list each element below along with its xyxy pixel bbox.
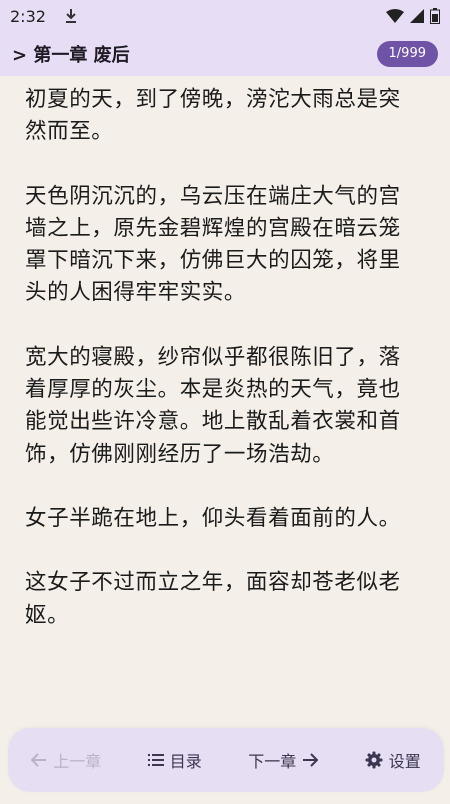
bottom-navigation-bar: 上一章 目录 下一章 设置: [8, 728, 444, 792]
download-icon: [64, 8, 78, 24]
paragraph: 天色阴沉沉的，乌云压在端庄大气的宫墙之上，原先金碧辉煌的宫殿在暗云笼罩下暗沉下来…: [25, 183, 401, 306]
next-chapter-label: 下一章: [248, 752, 297, 771]
settings-label: 设置: [388, 752, 421, 771]
paragraph: 女子半跪在地上，仰头看着面前的人。: [25, 505, 401, 531]
next-chapter-button[interactable]: 下一章: [248, 748, 319, 772]
wifi-icon: [386, 9, 404, 23]
battery-icon: [430, 8, 440, 24]
settings-button[interactable]: 设置: [365, 748, 421, 772]
paragraph: 初夏的天，到了傍晚，滂沱大雨总是突然而至。: [25, 87, 401, 145]
page-indicator-badge: 1/999: [376, 41, 438, 67]
status-time: 2:32: [10, 6, 46, 26]
gear-icon: [365, 751, 383, 769]
paragraph: 宽大的寝殿，纱帘似乎都很陈旧了，落着厚厚的灰尘。本是炎热的天气，竟也能觉出些许冷…: [25, 344, 401, 467]
arrow-left-icon: [31, 753, 47, 767]
table-of-contents-button[interactable]: 目录: [147, 748, 202, 772]
chapter-title[interactable]: > 第一章 废后: [12, 41, 130, 67]
paragraph: 这女子不过而立之年，面容却苍老似老妪。: [25, 570, 401, 628]
app-bar: > 第一章 废后 1/999: [0, 32, 450, 76]
arrow-right-icon: [302, 753, 319, 767]
status-bar: 2:32: [0, 0, 450, 32]
previous-chapter-label: 上一章: [53, 752, 102, 771]
previous-chapter-button[interactable]: 上一章: [31, 748, 101, 772]
table-of-contents-label: 目录: [169, 752, 202, 771]
list-icon: [147, 753, 164, 767]
signal-icon: [410, 9, 424, 23]
reading-content[interactable]: 初夏的天，到了傍晚，滂沱大雨总是突然而至。 天色阴沉沉的，乌云压在端庄大气的宫墙…: [25, 84, 415, 804]
status-icons: [386, 8, 440, 24]
